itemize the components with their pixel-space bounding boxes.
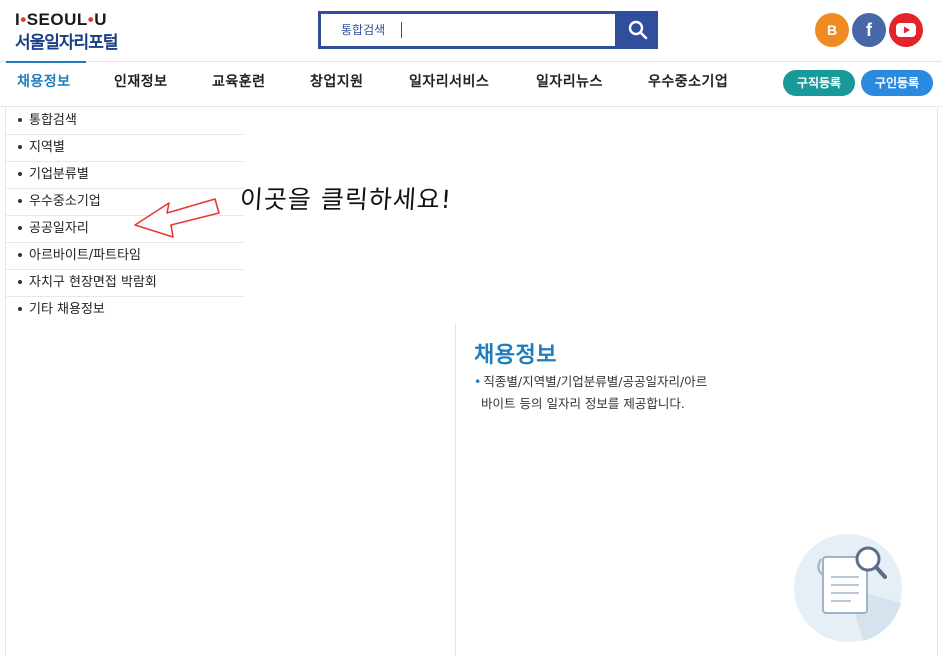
bullet bbox=[18, 306, 22, 311]
sub-menu-item-part-time[interactable]: 아르바이트/파트타임 bbox=[6, 243, 244, 270]
sub-menu-item-integrated-search[interactable]: 통합검색 bbox=[6, 108, 244, 135]
bullet bbox=[18, 117, 22, 122]
section-title: 채용정보 bbox=[474, 343, 557, 368]
bullet bbox=[18, 252, 22, 257]
sub-menu-label: 아르바이트/파트타임 bbox=[29, 248, 142, 263]
search-box bbox=[318, 11, 618, 49]
facebook-icon[interactable]: f bbox=[852, 13, 886, 47]
bullet bbox=[18, 198, 22, 203]
job-seeker-register-button[interactable]: 구직등록 bbox=[783, 70, 855, 96]
bullet bbox=[18, 171, 22, 176]
annotation-text: 이곳을 클릭하세요! bbox=[238, 185, 453, 214]
sub-menu-item-company-type[interactable]: 기업분류별 bbox=[6, 162, 244, 189]
description-text-2: 바이트 등의 일자리 정보를 제공합니다. bbox=[481, 396, 685, 411]
logo-top-u: U bbox=[94, 10, 107, 29]
bullet bbox=[18, 225, 22, 230]
blog-icon[interactable]: B bbox=[815, 13, 849, 47]
nav-item-talent[interactable]: 인재정보 bbox=[114, 62, 168, 106]
main-nav: 채용정보 인재정보 교육훈련 창업지원 일자리서비스 일자리뉴스 우수중소기업 … bbox=[0, 61, 942, 107]
logo-top-seoul: SEOUL bbox=[26, 10, 88, 29]
sub-menu-item-other[interactable]: 기타 채용정보 bbox=[6, 297, 244, 324]
nav-item-training[interactable]: 교육훈련 bbox=[212, 62, 266, 106]
blog-label: B bbox=[826, 22, 838, 38]
sub-menu-label: 기타 채용정보 bbox=[29, 302, 105, 317]
logo-title: 서울일자리포털 bbox=[15, 33, 118, 53]
document-search-icon bbox=[794, 534, 902, 642]
bullet bbox=[18, 279, 22, 284]
sub-menu-label: 지역별 bbox=[29, 140, 65, 155]
logo-top: I•SEOUL•U bbox=[15, 10, 107, 30]
content-divider bbox=[455, 324, 456, 656]
employer-register-button[interactable]: 구인등록 bbox=[861, 70, 933, 96]
content-frame-right bbox=[937, 108, 938, 656]
bullet bbox=[18, 144, 22, 149]
sub-menu-item-region[interactable]: 지역별 bbox=[6, 135, 244, 162]
page: I•SEOUL•U 서울일자리포털 B f 채용정보 인재정보 교육훈련 창업지… bbox=[0, 0, 942, 656]
sub-menu-label: 우수중소기업 bbox=[29, 194, 101, 209]
search-button[interactable] bbox=[617, 11, 658, 49]
nav-item-sme[interactable]: 우수중소기업 bbox=[648, 62, 728, 106]
nav-item-services[interactable]: 일자리서비스 bbox=[409, 62, 489, 106]
arrow-left-icon bbox=[134, 198, 220, 238]
description-line-1: • 직종별/지역별/기업분류별/공공일자리/아르 bbox=[474, 371, 754, 393]
search-input[interactable] bbox=[321, 14, 615, 46]
logo[interactable]: I•SEOUL•U 서울일자리포털 bbox=[15, 10, 135, 53]
youtube-icon[interactable] bbox=[889, 13, 923, 47]
sub-menu-label: 자치구 현장면접 박람회 bbox=[29, 275, 157, 290]
search-caret bbox=[401, 22, 402, 38]
sub-menu-label: 기업분류별 bbox=[29, 167, 89, 182]
sub-menu-item-job-fair[interactable]: 자치구 현장면접 박람회 bbox=[6, 270, 244, 297]
facebook-label: f bbox=[866, 19, 872, 40]
youtube-play-icon bbox=[896, 23, 916, 37]
search-icon bbox=[628, 20, 647, 40]
description-bullet: • bbox=[474, 374, 482, 389]
description-text-1: 직종별/지역별/기업분류별/공공일자리/아르 bbox=[483, 374, 708, 389]
sub-menu-label: 통합검색 bbox=[29, 113, 77, 128]
section-description: • 직종별/지역별/기업분류별/공공일자리/아르 바이트 등의 일자리 정보를 제… bbox=[474, 371, 754, 415]
nav-item-startup[interactable]: 창업지원 bbox=[310, 62, 364, 106]
sub-menu-label: 공공일자리 bbox=[29, 221, 89, 236]
nav-item-jobs[interactable]: 채용정보 bbox=[17, 62, 71, 106]
nav-item-news[interactable]: 일자리뉴스 bbox=[536, 62, 603, 106]
